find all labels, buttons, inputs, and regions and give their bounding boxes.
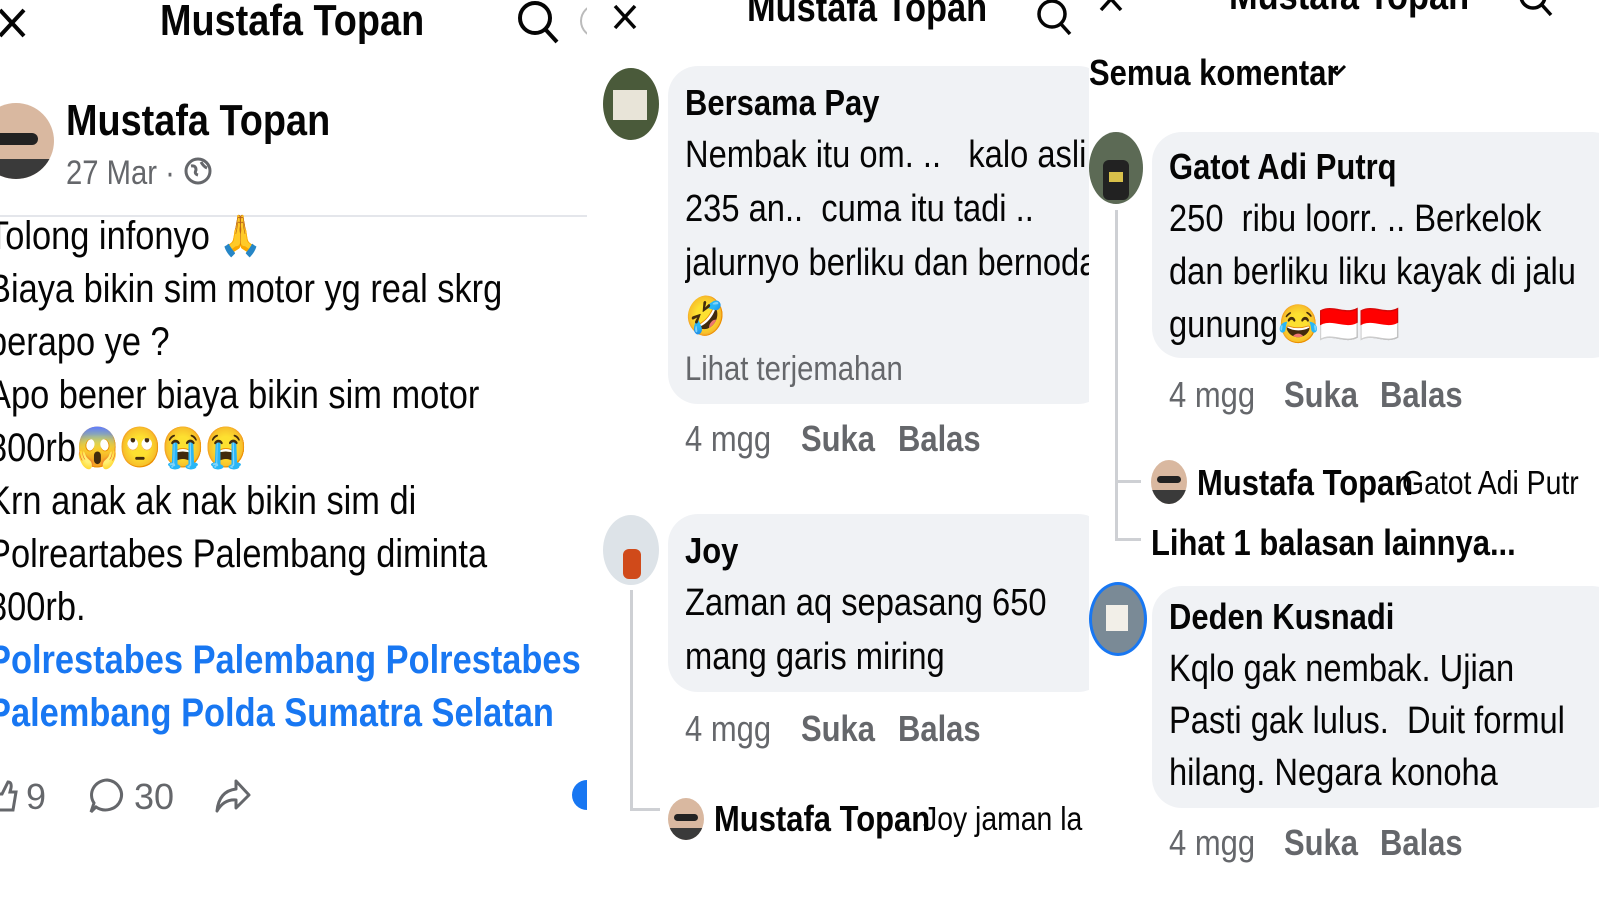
commenter-avatar[interactable] [1089, 582, 1147, 656]
post-body: Tolong infonyo 🙏 Biaya bikin sim motor y… [0, 210, 587, 740]
search-icon[interactable] [1036, 0, 1072, 36]
reply-text: Gatot Adi Putr [1402, 464, 1579, 501]
reply-button[interactable]: Balas [898, 708, 981, 750]
comments-panel: Mustafa Topan Bersama Pay Nembak itu om.… [587, 0, 1089, 899]
reply-text: Joy jaman la b [923, 800, 1089, 837]
post-line: Apo bener biaya bikin sim motor [0, 373, 480, 417]
see-translation-link[interactable]: Lihat terjemahan [685, 350, 903, 389]
post-line: Tolong infonyo 🙏 [0, 214, 263, 258]
comment-time: 4 mgg [1169, 374, 1256, 415]
post-line: Biaya bikin sim motor yg real skrg [0, 267, 503, 311]
comment-line: dan berliku liku kayak di jalu [1169, 251, 1576, 293]
comment-line: Zaman aq sepasang 650 [685, 582, 1047, 624]
reply-button[interactable]: Balas [1380, 822, 1463, 864]
like-count[interactable]: 9 [26, 776, 46, 818]
reply-avatar[interactable] [1151, 460, 1187, 504]
comment-line: Pasti gak lulus. Duit formul [1169, 700, 1565, 742]
post-line: Polreartabes Palembang diminta [0, 532, 488, 576]
header-title: Mustafa Topan [1229, 0, 1469, 19]
globe-icon [184, 157, 212, 185]
comment-icon[interactable] [88, 777, 126, 815]
comment-time: 4 mgg [685, 708, 772, 749]
close-icon[interactable] [613, 2, 637, 32]
post-line: 800rb😱🙄😭😭 [0, 426, 248, 470]
reply-name: Mustafa Topan [714, 798, 931, 839]
reply-button[interactable]: Balas [898, 418, 981, 460]
like-button[interactable]: Suka [1284, 374, 1358, 416]
filter-label: Semua komentar [1089, 52, 1339, 93]
comment-line: jalurnyo berliku dan bernoda [685, 242, 1089, 284]
post-line: 800rb. [0, 585, 86, 629]
thread-line [1115, 480, 1141, 483]
reply-avatar[interactable] [668, 798, 704, 840]
close-icon[interactable] [0, 6, 26, 40]
comment-line: 🤣 [685, 296, 726, 338]
view-more-replies-link[interactable]: Lihat 1 balasan lainnya... [1151, 522, 1516, 564]
post-line: berapo ye ? [0, 320, 170, 364]
header-title: Mustafa Topan [747, 0, 988, 30]
comment-time: 4 mgg [1169, 822, 1256, 863]
post-date[interactable]: 27 Mar · [66, 154, 175, 193]
commenter-avatar[interactable] [1089, 132, 1143, 204]
comment-line: hilang. Negara konoha [1169, 752, 1498, 794]
tag-links[interactable]: Palembang Polda Sumatra Selatan [0, 687, 581, 740]
comment-line: mang garis miring [685, 636, 945, 678]
like-button[interactable]: Suka [1284, 822, 1358, 864]
author-avatar[interactable] [0, 103, 54, 179]
thread-line [630, 808, 660, 811]
commenter-name[interactable]: Bersama Pay [685, 82, 880, 124]
comment-line: 235 an.. cuma itu tadi .. [685, 188, 1034, 230]
like-button[interactable]: Suka [801, 418, 875, 460]
messenger-icon[interactable] [572, 780, 587, 810]
comment-text: Nembak itu om. .. kalo asli 235 an.. cum… [685, 128, 1089, 348]
reply-name[interactable]: Mustafa Topan [1197, 462, 1413, 504]
close-icon[interactable] [1099, 0, 1123, 14]
commenter-name[interactable]: Gatot Adi Putrq [1169, 146, 1397, 188]
comment-line: Nembak itu om. .. kalo asli [685, 134, 1087, 176]
thread-line [1115, 538, 1141, 541]
commenter-avatar[interactable] [603, 68, 659, 140]
header-title: Mustafa Topan [160, 0, 425, 45]
comment-count[interactable]: 30 [134, 776, 174, 818]
author-name[interactable]: Mustafa Topan [66, 96, 330, 146]
comment-time: 4 mgg [685, 418, 772, 459]
like-button[interactable]: Suka [801, 708, 875, 750]
chevron-down-icon[interactable] [1327, 64, 1347, 78]
search-icon[interactable] [517, 0, 559, 44]
comment-line: gunung😂🇮🇩🇮🇩 [1169, 304, 1401, 346]
search-icon[interactable] [1517, 0, 1553, 18]
thread-line [630, 590, 633, 810]
commenter-name[interactable]: Deden Kusnadi [1169, 596, 1394, 638]
comment-line: 250 ribu loorr. .. Berkelok [1169, 198, 1542, 240]
comments-panel-2: Mustafa Topan Semua komentar Gatot Adi P… [1089, 0, 1599, 899]
commenter-name[interactable]: Joy [685, 530, 738, 572]
post-panel: Mustafa Topan Mustafa Topan 27 Mar · Tol… [0, 0, 587, 899]
tag-links[interactable]: Polrestabes Palembang Polrestabes [0, 634, 581, 687]
post-line: Krn anak ak nak bikin sim di [0, 479, 417, 523]
comment-line: Kqlo gak nembak. Ujian [1169, 648, 1515, 690]
like-icon[interactable] [0, 778, 18, 814]
loading-spinner-icon [580, 4, 587, 38]
thread-line [1115, 210, 1118, 540]
reply-button[interactable]: Balas [1380, 374, 1463, 416]
share-icon[interactable] [214, 778, 252, 814]
commenter-avatar[interactable] [603, 515, 659, 585]
